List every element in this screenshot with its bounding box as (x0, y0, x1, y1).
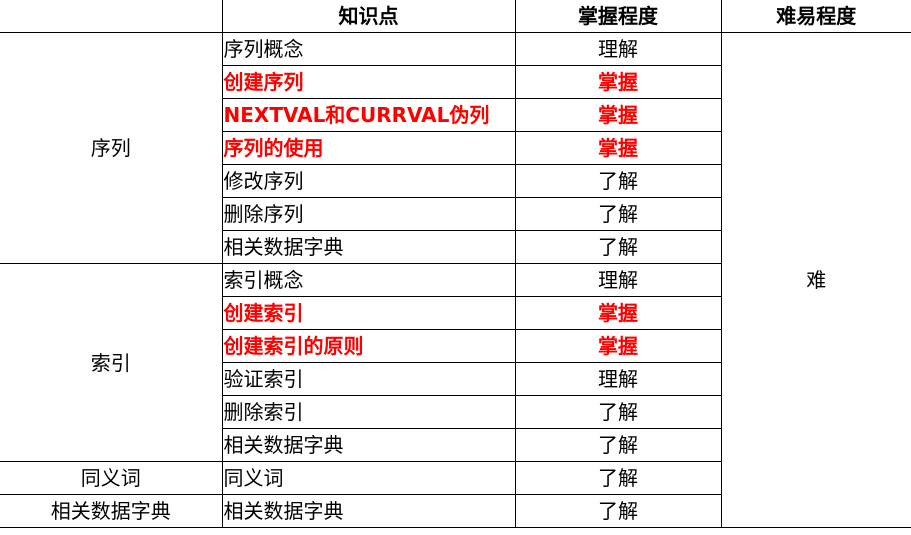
knowledge-point-cell: 验证索引 (222, 362, 516, 396)
knowledge-point-cell: 创建序列 (222, 65, 516, 99)
mastery-level-cell: 了解 (514, 197, 721, 231)
mastery-level-cell: 理解 (514, 32, 722, 66)
knowledge-point-cell: 序列概念 (221, 32, 516, 66)
mastery-level-cell: 了解 (514, 395, 721, 429)
knowledge-point-cell: 修改序列 (222, 164, 516, 198)
mastery-level-cell: 理解 (514, 263, 721, 297)
knowledge-point-cell: 删除索引 (222, 395, 516, 429)
knowledge-point-cell: 创建索引 (222, 296, 516, 330)
header-knowledge-point: 知识点 (221, 0, 516, 33)
mastery-level-cell: 了解 (514, 494, 721, 528)
header-row: 知识点 掌握程度 难易程度 (0, 0, 911, 33)
table-row: 序列 序列概念 理解难 (0, 32, 911, 528)
mastery-level-cell: 掌握 (514, 98, 721, 132)
mastery-level-cell: 掌握 (514, 296, 721, 330)
header-difficulty: 难易程度 (720, 0, 911, 33)
mastery-level-cell: 了解 (514, 164, 721, 198)
mastery-level-cell: 了解 (514, 230, 721, 264)
header-mastery-level: 掌握程度 (514, 0, 722, 33)
group-name-cell: 同义词 (0, 461, 223, 495)
knowledge-point-cell: 相关数据字典 (222, 230, 516, 264)
group-name-cell: 索引 (0, 263, 223, 462)
knowledge-point-cell: 创建索引的原则 (222, 329, 516, 363)
mastery-level-cell: 掌握 (514, 329, 721, 363)
knowledge-point-cell: NEXTVAL和CURRVAL伪列 (222, 98, 516, 132)
knowledge-point-cell: 索引概念 (221, 263, 516, 297)
knowledge-table: 知识点 掌握程度 难易程度 序列 序列概念 理解难创建序列 掌握 NEXTVAL和CUR… (0, 0, 911, 528)
knowledge-point-cell: 删除序列 (222, 197, 516, 231)
knowledge-point-cell: 相关数据字典 (221, 494, 516, 528)
knowledge-point-cell: 同义词 (221, 461, 516, 495)
mastery-level-cell: 了解 (514, 428, 721, 462)
mastery-level-cell: 掌握 (514, 131, 721, 165)
difficulty-cell: 难 (720, 32, 911, 528)
table-body: 序列 序列概念 理解难创建序列 掌握 NEXTVAL和CURRVAL伪列 掌握 序列的使用掌… (0, 32, 911, 528)
header-group (0, 0, 223, 33)
mastery-level-cell: 了解 (514, 461, 721, 495)
knowledge-point-cell: 序列的使用 (222, 131, 516, 165)
group-name-cell: 序列 (0, 32, 223, 264)
group-name-cell: 相关数据字典 (0, 494, 223, 528)
knowledge-point-cell: 相关数据字典 (222, 428, 516, 462)
mastery-level-cell: 掌握 (514, 65, 721, 99)
mastery-level-cell: 理解 (514, 362, 721, 396)
